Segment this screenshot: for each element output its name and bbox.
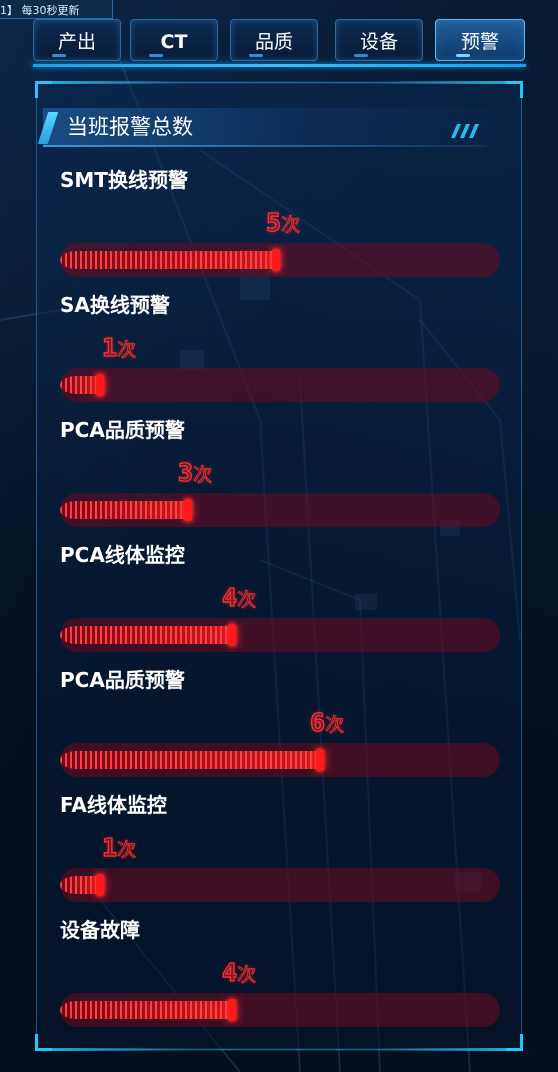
alarm-count-unit: 次	[237, 589, 257, 612]
alarm-progress-head	[272, 249, 280, 271]
tab-bar: 产出 CT 品质 设备 预警	[33, 19, 526, 63]
alarm-count: 4次	[221, 583, 257, 612]
alarm-count-number: 6	[309, 708, 326, 737]
title-underline	[43, 145, 487, 147]
alarm-count-number: 4	[221, 958, 238, 987]
alarm-item: SA换线预警 1次	[60, 292, 500, 402]
tab-output-label: 产出	[57, 31, 96, 53]
alarm-item-label: SMT换线预警	[60, 168, 188, 192]
alarm-progress-head	[96, 374, 104, 396]
tab-indicator	[52, 54, 66, 57]
panel-corner	[35, 1034, 52, 1051]
panel-title-bar: 当班报警总数	[37, 108, 487, 146]
alarm-count-number: 3	[177, 458, 194, 487]
tab-underline	[33, 64, 526, 67]
alarm-count-number: 1	[101, 333, 118, 362]
tab-quality[interactable]: 品质	[230, 19, 318, 61]
alarm-progress-track	[60, 868, 500, 902]
alarm-item-label: SA换线预警	[60, 293, 170, 317]
tab-warning[interactable]: 预警	[435, 19, 525, 61]
alarm-item: SMT换线预警 5次	[60, 167, 500, 277]
slash-deco-icon	[451, 124, 479, 138]
alarm-progress-head	[316, 749, 324, 771]
panel-bottom-border	[37, 1048, 523, 1051]
alarm-count-unit: 次	[193, 464, 213, 487]
alarm-item-label: FA线体监控	[60, 793, 167, 817]
alarm-panel: 当班报警总数 SMT换线预警 5次 SA换线预警 1次 PCA品质预警 3次 PCA线体监控…	[35, 81, 523, 1051]
alarm-count: 5次	[265, 208, 301, 237]
alarm-progress-fill	[60, 243, 280, 277]
tab-indicator	[249, 54, 263, 57]
refresh-notice: 1】 每30秒更新	[0, 0, 113, 19]
alarm-count-number: 1	[101, 833, 118, 862]
title-accent-stripe	[37, 112, 59, 144]
alarm-item: PCA线体监控 4次	[60, 542, 500, 652]
alarm-progress-track	[60, 743, 500, 777]
alarm-progress-fill	[60, 493, 192, 527]
alarm-item: 设备故障 4次	[60, 917, 500, 1027]
alarm-progress-head	[228, 624, 236, 646]
alarm-count-unit: 次	[237, 964, 257, 987]
alarm-count-number: 4	[221, 583, 238, 612]
panel-corner	[35, 81, 52, 98]
alarm-count: 1次	[101, 833, 137, 862]
tab-warning-label: 预警	[460, 31, 499, 53]
alarm-count-number: 5	[265, 208, 282, 237]
panel-corner	[506, 1034, 523, 1051]
alarm-progress-track	[60, 243, 500, 277]
tab-equipment[interactable]: 设备	[335, 19, 423, 61]
panel-top-border	[37, 81, 523, 84]
alarm-item: PCA品质预警 3次	[60, 417, 500, 527]
tab-indicator	[456, 54, 470, 57]
alarm-count-unit: 次	[325, 714, 345, 737]
tab-indicator	[354, 54, 368, 57]
alarm-item-label: PCA线体监控	[60, 543, 185, 567]
alarm-progress-head	[184, 499, 192, 521]
panel-corner	[506, 81, 523, 98]
tab-ct[interactable]: CT	[130, 19, 218, 61]
alarm-progress-fill	[60, 993, 236, 1027]
alarm-item-label: PCA品质预警	[60, 418, 185, 442]
alarm-count-unit: 次	[117, 339, 137, 362]
alarm-item-label: 设备故障	[60, 918, 140, 942]
alarm-progress-track	[60, 368, 500, 402]
panel-title: 当班报警总数	[67, 115, 193, 139]
alarm-progress-track	[60, 618, 500, 652]
alarm-count: 4次	[221, 958, 257, 987]
alarm-count-unit: 次	[281, 214, 301, 237]
alarm-item: FA线体监控 1次	[60, 792, 500, 902]
alarm-progress-fill	[60, 618, 236, 652]
tab-indicator	[149, 54, 163, 57]
alarm-progress-head	[96, 874, 104, 896]
alarm-count: 3次	[177, 458, 213, 487]
tab-equipment-label: 设备	[359, 31, 398, 53]
tab-quality-label: 品质	[254, 31, 293, 53]
alarm-item: PCA品质预警 6次	[60, 667, 500, 777]
tab-ct-label: CT	[160, 31, 188, 53]
alarm-progress-fill	[60, 743, 324, 777]
alarm-item-label: PCA品质预警	[60, 668, 185, 692]
alarm-progress-track	[60, 493, 500, 527]
alarm-count: 1次	[101, 333, 137, 362]
tab-output[interactable]: 产出	[33, 19, 121, 61]
alarm-progress-track	[60, 993, 500, 1027]
alarm-count-unit: 次	[117, 839, 137, 862]
alarm-progress-head	[228, 999, 236, 1021]
alarm-count: 6次	[309, 708, 345, 737]
